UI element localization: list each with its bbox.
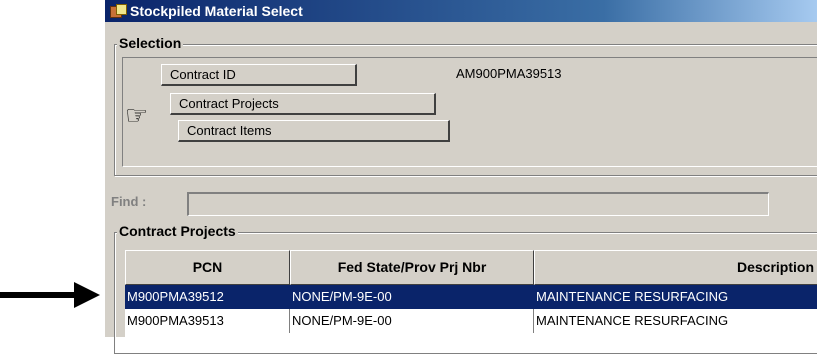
selection-group-label: Selection (117, 35, 184, 51)
contract-id-value: AM900PMA39513 (456, 66, 562, 81)
app-icon (110, 4, 127, 18)
contract-projects-button[interactable]: Contract Projects (170, 93, 436, 115)
column-header-description[interactable]: Description (534, 250, 817, 285)
cell-fed-prj-nbr: NONE/PM-9E-00 (292, 313, 392, 328)
cell-pcn: M900PMA39513 (127, 313, 224, 328)
stockpiled-material-select-window: Stockpiled Material Select Selection Con… (103, 0, 817, 354)
pointer-arrow-icon (0, 282, 100, 308)
table-row[interactable]: M900PMA39512 NONE/PM-9E-00 MAINTENANCE R… (125, 285, 817, 309)
title-bar[interactable]: Stockpiled Material Select (105, 0, 817, 22)
contract-items-button[interactable]: Contract Items (178, 120, 450, 142)
cell-fed-prj-nbr: NONE/PM-9E-00 (292, 289, 392, 304)
column-header-pcn[interactable]: PCN (125, 250, 290, 285)
cell-description: MAINTENANCE RESURFACING (536, 313, 729, 328)
pointing-hand-icon: ☞ (125, 100, 149, 130)
find-label: Find : (111, 194, 147, 209)
cell-description: MAINTENANCE RESURFACING (536, 289, 729, 304)
cell-pcn: M900PMA39512 (127, 289, 224, 304)
grid-header: PCN Fed State/Prov Prj Nbr Description (125, 250, 817, 285)
projects-grid: PCN Fed State/Prov Prj Nbr Description M… (125, 250, 817, 350)
window-title: Stockpiled Material Select (130, 3, 303, 19)
column-header-fed-prj-nbr[interactable]: Fed State/Prov Prj Nbr (290, 250, 534, 285)
table-row[interactable]: M900PMA39513 NONE/PM-9E-00 MAINTENANCE R… (125, 309, 817, 333)
contract-id-button[interactable]: Contract ID (161, 64, 357, 86)
find-input[interactable] (187, 192, 769, 216)
contract-projects-group-label: Contract Projects (117, 223, 238, 239)
